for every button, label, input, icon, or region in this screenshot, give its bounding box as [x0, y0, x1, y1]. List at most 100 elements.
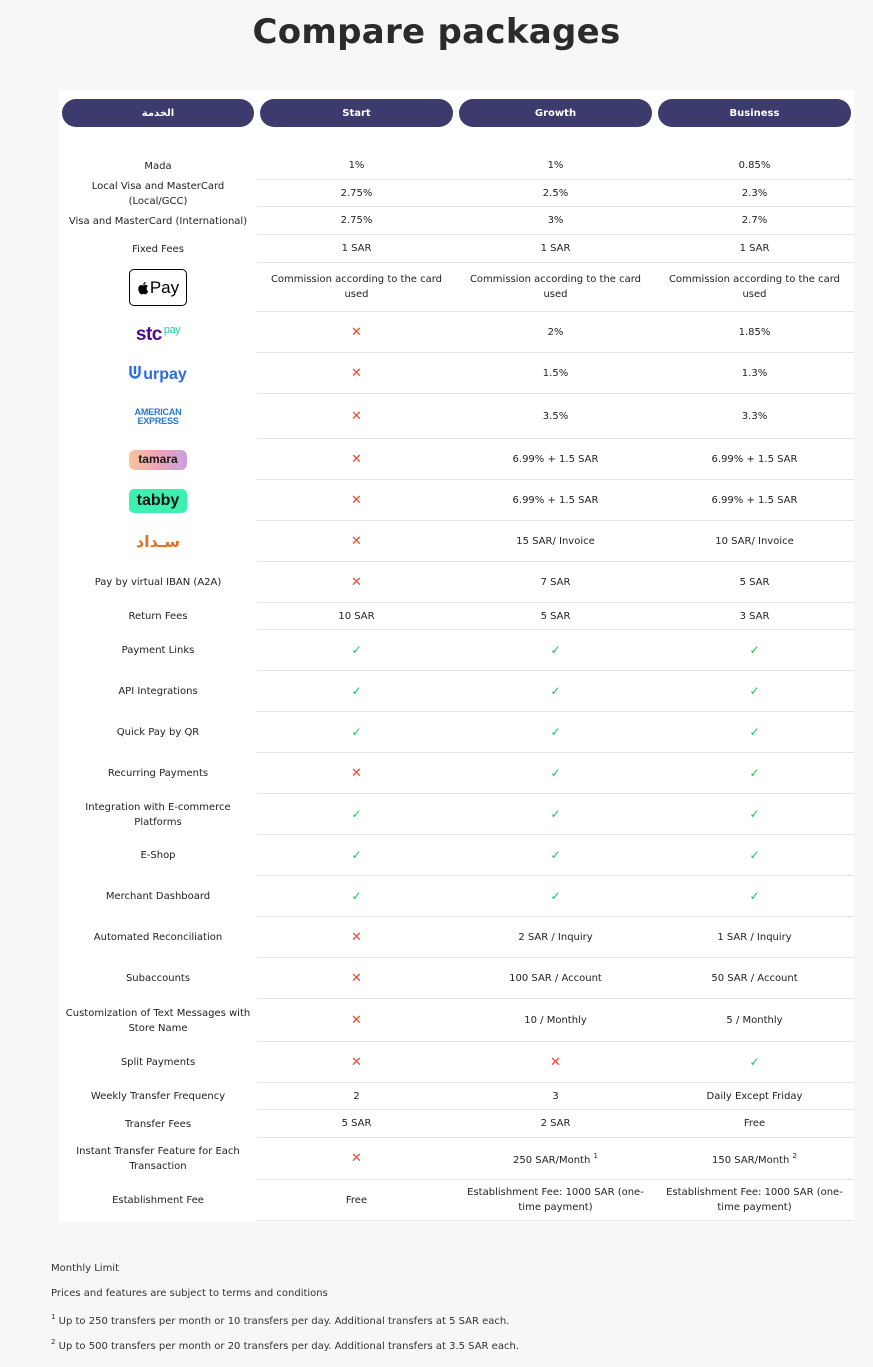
start-value-text: Free: [345, 1194, 368, 1206]
business-value: Commission according to the card used: [661, 272, 848, 302]
compare-table: الخدمة Start Growth Business Mada 1% 1% 0.8…: [59, 90, 854, 1222]
start-value: 5 SAR: [342, 1116, 372, 1131]
business-value-text: Establishment Fee: 1000 SAR (one-time pa…: [666, 1187, 843, 1213]
business-value: 5 / Monthly: [726, 1013, 782, 1028]
cell-business: ✓: [655, 630, 854, 671]
business-value-text: 5 SAR: [739, 576, 770, 588]
row-label: Subaccounts: [59, 958, 257, 999]
cell-start: ✓: [257, 876, 456, 917]
table-row: Mada 1% 1% 0.85%: [59, 152, 854, 180]
row-label-text: Weekly Transfer Frequency: [90, 1091, 226, 1102]
growth-value: 3%: [548, 213, 564, 228]
table-row: Integration with E-commerce Platforms ✓ ✓ ✓: [59, 794, 854, 835]
header-service: الخدمة: [62, 99, 254, 127]
growth-value: 10 / Monthly: [524, 1013, 587, 1028]
business-value-text: 2.7%: [741, 215, 768, 226]
cell-growth: 2.5%: [456, 180, 655, 207]
start-value-text: 1%: [348, 160, 365, 171]
start-value: 10 SAR: [338, 609, 374, 624]
start-value: Commission according to the card used: [263, 272, 450, 302]
cell-start: ✕: [257, 1138, 456, 1180]
cell-start: 5 SAR: [257, 1110, 456, 1138]
growth-value: 250 SAR/Month 1: [513, 1149, 598, 1168]
check-icon: ✓: [749, 806, 760, 821]
row-label-text: Split Payments: [120, 1057, 196, 1068]
growth-value-text: 100 SAR / Account: [509, 972, 602, 984]
cell-business: ✓: [655, 794, 854, 835]
cell-business: 3 SAR: [655, 603, 854, 630]
table-row: Merchant Dashboard ✓ ✓ ✓: [59, 876, 854, 917]
cell-business: 3.3%: [655, 394, 854, 439]
cell-business: 0.85%: [655, 152, 854, 180]
business-value: 6.99% + 1.5 SAR: [712, 493, 798, 508]
footnote-2-marker: 2: [51, 1338, 56, 1346]
cell-growth: ✓: [456, 835, 655, 876]
growth-value-text: 1 SAR: [540, 243, 571, 254]
growth-value: 1.5%: [543, 366, 568, 381]
header-start: Start: [260, 99, 453, 127]
check-icon: ✓: [749, 683, 760, 698]
business-value: 2.7%: [742, 213, 767, 228]
check-icon: ✓: [749, 1054, 760, 1069]
table-row: Payment Links ✓ ✓ ✓: [59, 630, 854, 671]
business-value-text: 6.99% + 1.5 SAR: [711, 453, 798, 465]
cell-start: ✓: [257, 630, 456, 671]
row-label: Instant Transfer Feature for Each Transa…: [59, 1138, 257, 1180]
table-row: tamara ✕ 6.99% + 1.5 SAR 6.99% + 1.5 SAR: [59, 439, 854, 480]
row-label: Merchant Dashboard: [59, 876, 257, 917]
cell-business: 2.3%: [655, 180, 854, 207]
row-label: Customization of Text Messages with Stor…: [59, 999, 257, 1042]
cross-icon: ✕: [351, 1012, 362, 1028]
cell-growth: 15 SAR/ Invoice: [456, 521, 655, 562]
cell-growth: ✓: [456, 630, 655, 671]
business-value-text: 10 SAR/ Invoice: [715, 535, 794, 547]
cell-business: ✓: [655, 671, 854, 712]
cell-start: 2.75%: [257, 207, 456, 235]
start-value-text: 5 SAR: [341, 1118, 372, 1129]
growth-value: 2%: [548, 325, 564, 340]
cross-icon: ✕: [351, 365, 362, 381]
growth-value: Commission according to the card used: [462, 272, 649, 302]
check-icon: ✓: [351, 888, 362, 903]
start-value: 2: [353, 1089, 359, 1104]
check-icon: ✓: [351, 806, 362, 821]
business-value: 150 SAR/Month 2: [712, 1149, 797, 1168]
cell-growth: ✓: [456, 671, 655, 712]
row-label: Transfer Fees: [59, 1110, 257, 1138]
row-label: Local Visa and MasterCard (Local/GCC): [59, 180, 257, 207]
row-label-text: Establishment Fee: [112, 1195, 204, 1206]
business-value: Daily Except Friday: [707, 1089, 803, 1104]
start-value: 2.75%: [341, 186, 373, 201]
check-icon: ✓: [550, 765, 561, 780]
business-value: 1.3%: [742, 366, 767, 381]
cell-start: ✕: [257, 312, 456, 353]
cell-start: 10 SAR: [257, 603, 456, 630]
cell-start: Free: [257, 1180, 456, 1221]
growth-value-text: 3.5%: [542, 410, 569, 422]
row-label: سـداد: [59, 521, 257, 562]
cell-start: 2.75%: [257, 180, 456, 207]
business-value: Establishment Fee: 1000 SAR (one-time pa…: [661, 1185, 848, 1215]
table-row: tabby ✕ 6.99% + 1.5 SAR 6.99% + 1.5 SAR: [59, 480, 854, 521]
cell-growth: 6.99% + 1.5 SAR: [456, 439, 655, 480]
business-value: 3.3%: [742, 409, 767, 424]
business-value-text: 6.99% + 1.5 SAR: [711, 494, 798, 506]
table-row: Local Visa and MasterCard (Local/GCC) 2.7…: [59, 180, 854, 207]
cell-start: ✕: [257, 562, 456, 603]
business-value: Free: [744, 1116, 765, 1131]
cross-icon: ✕: [550, 1054, 561, 1070]
table-header: الخدمة Start Growth Business: [59, 99, 854, 127]
growth-value: 6.99% + 1.5 SAR: [513, 493, 599, 508]
growth-value-text: 2 SAR: [540, 1118, 571, 1129]
cell-growth: 1.5%: [456, 353, 655, 394]
cell-business: Establishment Fee: 1000 SAR (one-time pa…: [655, 1180, 854, 1221]
sadad-logo: سـداد: [135, 532, 181, 551]
cell-growth: 7 SAR: [456, 562, 655, 603]
growth-value: 2 SAR: [541, 1116, 571, 1131]
header-business: Business: [658, 99, 851, 127]
growth-value-text: Establishment Fee: 1000 SAR (one-time pa…: [467, 1187, 644, 1213]
terms-note: Prices and features are subject to terms…: [51, 1288, 328, 1299]
business-value-text: 1.85%: [738, 326, 771, 338]
growth-value: 100 SAR / Account: [509, 971, 602, 986]
applepay-text: Pay: [149, 278, 180, 297]
